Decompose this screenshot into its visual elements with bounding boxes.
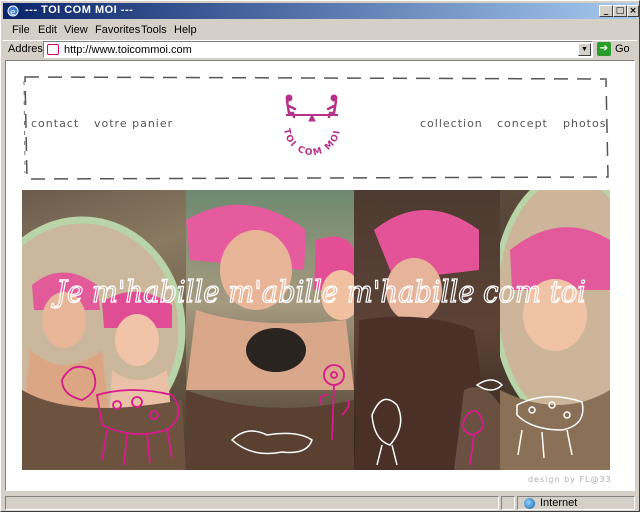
maximize-button[interactable]: □	[613, 5, 627, 17]
svg-text:e: e	[10, 8, 16, 17]
address-input[interactable]: http://www.toicommoi.com ▼	[43, 41, 593, 58]
address-value: http://www.toicommoi.com	[64, 44, 192, 56]
toi-com-moi-logo[interactable]: TOI COM MOI	[272, 93, 352, 163]
menu-favorites[interactable]: Favorites	[95, 24, 140, 36]
logo-text: TOI COM MOI	[281, 128, 342, 159]
menu-file[interactable]: File	[12, 24, 30, 36]
nav-concept[interactable]: concept	[497, 117, 548, 130]
minimize-button[interactable]: _	[599, 5, 613, 17]
zone-label: Internet	[540, 497, 578, 509]
ie-icon: e	[7, 5, 19, 18]
status-cell-security	[501, 496, 515, 510]
svg-text:TOI COM MOI: TOI COM MOI	[281, 128, 343, 159]
nav-contact[interactable]: contact	[31, 117, 79, 130]
status-bar: Internet	[3, 495, 637, 511]
go-arrow-icon: ➔	[597, 42, 611, 56]
browser-window: e --- TOI COM MOI --- _ □ × File Edit Vi…	[0, 0, 640, 512]
address-bar: Address http://www.toicommoi.com ▼ ➔ Go	[3, 40, 637, 58]
page-viewport[interactable]: contact votre panier collection concept …	[5, 60, 635, 491]
title-bar[interactable]: e --- TOI COM MOI --- _ □ ×	[3, 3, 639, 19]
close-button[interactable]: ×	[627, 5, 639, 17]
page-icon	[47, 44, 59, 55]
nav-photos[interactable]: photos	[563, 117, 606, 130]
design-credit: design by FL@33	[528, 475, 612, 484]
handwritten-caption: Je m'habille m'abille m'habille com toi	[51, 275, 586, 310]
menu-help[interactable]: Help	[174, 24, 197, 36]
go-button[interactable]: ➔ Go	[597, 42, 635, 58]
window-title: --- TOI COM MOI ---	[25, 4, 134, 16]
site-header: contact votre panier collection concept …	[22, 73, 610, 183]
go-label: Go	[615, 43, 630, 55]
menu-tools[interactable]: Tools	[141, 24, 167, 36]
nav-votre-panier[interactable]: votre panier	[94, 117, 173, 130]
address-dropdown-button[interactable]: ▼	[578, 43, 591, 56]
menu-bar: File Edit View Favorites Tools Help	[3, 21, 637, 39]
menu-edit[interactable]: Edit	[38, 24, 57, 36]
nav-collection[interactable]: collection	[420, 117, 483, 130]
security-zone[interactable]: Internet	[517, 496, 635, 510]
photo-collage[interactable]: Je m'habille m'abille m'habille com toi	[22, 190, 610, 470]
status-text-area	[5, 496, 499, 510]
globe-icon	[524, 498, 535, 509]
menu-view[interactable]: View	[64, 24, 88, 36]
handwriting-overlay: Je m'habille m'abille m'habille com toi	[50, 274, 587, 466]
